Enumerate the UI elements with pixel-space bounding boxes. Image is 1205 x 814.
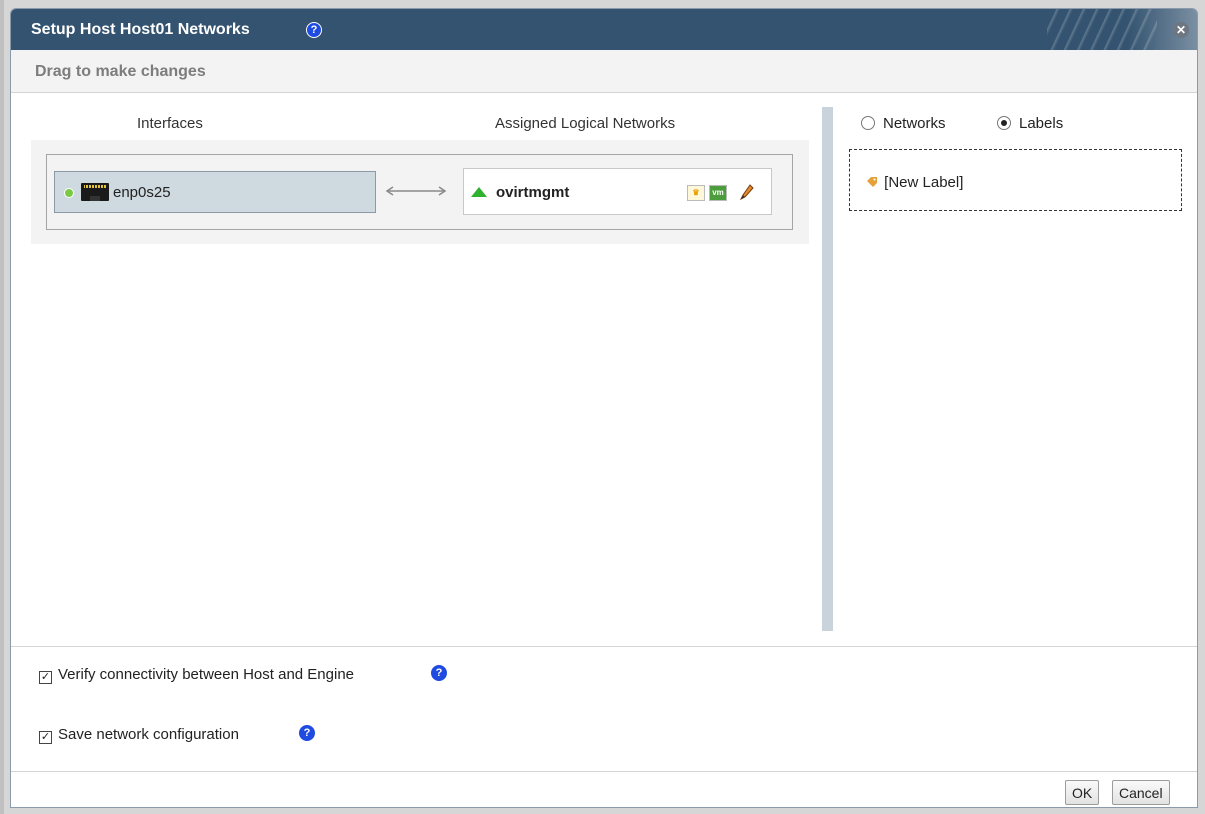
logical-network-item[interactable]: ovirtmgmt ♛ vm [463, 168, 772, 215]
network-up-icon [471, 187, 487, 197]
dialog-titlebar: Setup Host Host01 Networks ? ✕ [11, 9, 1197, 50]
drag-hint: Drag to make changes [35, 63, 206, 80]
title-help-icon[interactable]: ? [306, 22, 322, 38]
verify-connectivity-checkbox[interactable]: ✓ [39, 671, 52, 684]
panel-divider[interactable] [822, 107, 833, 631]
nic-group: enp0s25 ovirtmgmt ♛ vm [46, 154, 793, 230]
tag-icon [867, 177, 877, 187]
new-label-item[interactable]: [New Label] [866, 174, 963, 191]
close-icon[interactable]: ✕ [1173, 22, 1189, 38]
networks-radio-label: Networks [883, 115, 946, 132]
labels-radio-button[interactable] [997, 116, 1011, 130]
verify-help-icon[interactable]: ? [431, 665, 447, 681]
save-config-checkbox[interactable]: ✓ [39, 731, 52, 744]
cancel-button[interactable]: Cancel [1112, 780, 1170, 805]
window-edge [0, 0, 4, 814]
save-config-option[interactable]: ✓ Save network configuration [39, 726, 239, 744]
new-label-text: [New Label] [884, 174, 964, 191]
labels-radio-label: Labels [1019, 115, 1064, 132]
network-name: ovirtmgmt [496, 184, 570, 201]
interfaces-header: Interfaces [137, 115, 203, 132]
double-arrow-icon [385, 186, 447, 196]
verify-connectivity-label: Verify connectivity between Host and Eng… [58, 666, 355, 683]
setup-networks-dialog: Setup Host Host01 Networks ? ✕ Drag to m… [10, 8, 1198, 808]
interface-item[interactable]: enp0s25 [54, 171, 376, 213]
vm-icon: vm [709, 185, 727, 201]
save-config-label: Save network configuration [58, 726, 239, 743]
ok-button[interactable]: OK [1065, 780, 1100, 805]
dialog-title: Setup Host Host01 Networks [31, 21, 250, 38]
nic-network-row: enp0s25 ovirtmgmt ♛ vm [31, 140, 809, 244]
verify-connectivity-option[interactable]: ✓ Verify connectivity between Host and En… [39, 666, 354, 684]
dialog-subheader: Drag to make changes [11, 50, 1197, 93]
networks-radio[interactable]: Networks [861, 115, 946, 132]
ethernet-port-icon [81, 183, 109, 201]
labels-radio[interactable]: Labels [997, 115, 1063, 132]
labels-drop-zone[interactable]: [New Label] [849, 149, 1182, 211]
mgmt-icon: ♛ [687, 185, 705, 201]
networks-radio-button[interactable] [861, 116, 875, 130]
save-help-icon[interactable]: ? [299, 725, 315, 741]
interface-status-icon [64, 188, 74, 198]
assigned-networks-header: Assigned Logical Networks [495, 115, 676, 132]
interface-name: enp0s25 [113, 184, 171, 201]
options-separator [11, 646, 1197, 647]
footer-separator [11, 771, 1197, 772]
edit-pencil-icon[interactable] [740, 184, 754, 200]
